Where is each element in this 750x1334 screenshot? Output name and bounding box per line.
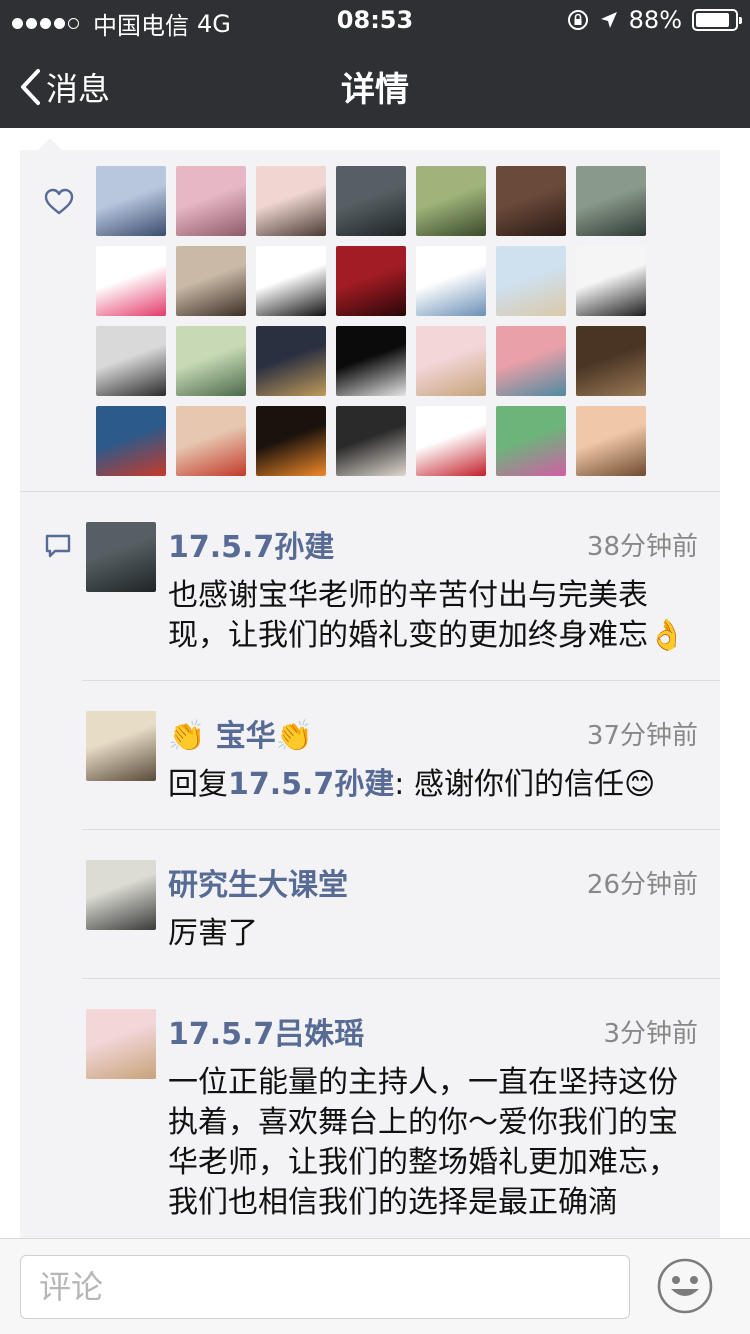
liker-avatar[interactable] xyxy=(496,166,566,236)
liker-avatar[interactable] xyxy=(496,326,566,396)
liker-avatar[interactable] xyxy=(176,406,246,476)
comment-item[interactable]: 17.5.7吕姝瑶 3分钟前 一位正能量的主持人，一直在坚持这份执着，喜欢舞台上… xyxy=(82,979,720,1238)
liker-avatar[interactable] xyxy=(176,246,246,316)
comments-section: 17.5.7孙建 38分钟前 也感谢宝华老师的辛苦付出与完美表现，让我们的婚礼变… xyxy=(20,492,720,1238)
liker-avatar[interactable] xyxy=(416,406,486,476)
battery-percent: 88% xyxy=(628,6,682,34)
liker-avatar[interactable] xyxy=(96,246,166,316)
liker-avatar[interactable] xyxy=(176,166,246,236)
comment-item[interactable]: 研究生大课堂 26分钟前 厉害了 xyxy=(82,830,720,979)
liker-avatar[interactable] xyxy=(256,326,326,396)
liker-avatar[interactable] xyxy=(256,166,326,236)
panel-pointer xyxy=(38,138,62,150)
smiley-icon[interactable] xyxy=(656,1257,714,1315)
liker-avatar[interactable] xyxy=(576,406,646,476)
liker-avatar[interactable] xyxy=(96,326,166,396)
reply-separator: : xyxy=(394,767,414,802)
commenter-name[interactable]: 17.5.7吕姝瑶 xyxy=(168,1009,364,1053)
liker-avatar[interactable] xyxy=(256,246,326,316)
liker-avatar[interactable] xyxy=(256,406,326,476)
detail-panel: 17.5.7孙建 38分钟前 也感谢宝华老师的辛苦付出与完美表现，让我们的婚礼变… xyxy=(20,150,720,1238)
orientation-lock-icon xyxy=(567,10,588,30)
commenter-name[interactable]: 👏 宝华👏 xyxy=(168,711,313,755)
battery-icon xyxy=(692,9,742,31)
status-bar: 中国电信 4G 08:53 88% xyxy=(0,0,750,40)
liker-avatar[interactable] xyxy=(576,326,646,396)
reply-text: 感谢你们的信任😊 xyxy=(413,767,656,802)
comment-text: 回复17.5.7孙建: 感谢你们的信任😊 xyxy=(168,765,698,805)
liker-avatar[interactable] xyxy=(96,166,166,236)
liker-avatar[interactable] xyxy=(576,166,646,236)
comment-time: 38分钟前 xyxy=(586,531,698,562)
reply-to-name[interactable]: 17.5.7孙建 xyxy=(228,767,394,802)
page-title: 详情 xyxy=(341,70,409,110)
liker-avatar[interactable] xyxy=(416,166,486,236)
location-arrow-icon xyxy=(600,12,617,28)
comment-time: 37分钟前 xyxy=(586,720,698,751)
liker-avatar[interactable] xyxy=(496,246,566,316)
liker-avatar[interactable] xyxy=(416,326,486,396)
top-bar: 中国电信 4G 08:53 88% 消息 详情 xyxy=(0,0,750,128)
navigation-bar: 消息 详情 xyxy=(0,40,750,128)
status-right: 88% xyxy=(567,6,742,34)
likes-section xyxy=(20,150,720,492)
comment-time: 26分钟前 xyxy=(586,869,698,900)
reply-prefix: 回复 xyxy=(168,767,228,802)
liker-avatar[interactable] xyxy=(576,246,646,316)
commenter-name[interactable]: 17.5.7孙建 xyxy=(168,522,334,566)
avatar[interactable] xyxy=(86,860,156,930)
avatar[interactable] xyxy=(86,522,156,592)
liker-avatar[interactable] xyxy=(336,246,406,316)
liker-avatar[interactable] xyxy=(336,166,406,236)
comment-item[interactable]: 👏 宝华👏 37分钟前 回复17.5.7孙建: 感谢你们的信任😊 xyxy=(82,681,720,830)
liker-avatar[interactable] xyxy=(336,406,406,476)
comment-input-bar xyxy=(0,1238,750,1334)
liker-avatar-grid xyxy=(96,166,646,476)
liker-avatar[interactable] xyxy=(176,326,246,396)
comment-input[interactable] xyxy=(20,1255,630,1319)
liker-avatar[interactable] xyxy=(416,246,486,316)
liker-avatar[interactable] xyxy=(496,406,566,476)
comment-text: 厉害了 xyxy=(168,916,258,951)
comment-bubble-icon xyxy=(45,534,71,558)
comment-text: 也感谢宝华老师的辛苦付出与完美表现，让我们的婚礼变的更加终身难忘👌 xyxy=(168,578,686,653)
liker-avatar[interactable] xyxy=(336,326,406,396)
comment-text: 一位正能量的主持人，一直在坚持这份执着，喜欢舞台上的你～爱你我们的宝华老师，让我… xyxy=(168,1065,678,1220)
liker-avatar[interactable] xyxy=(96,406,166,476)
commenter-name[interactable]: 研究生大课堂 xyxy=(168,860,348,904)
avatar[interactable] xyxy=(86,1009,156,1079)
comment-item[interactable]: 17.5.7孙建 38分钟前 也感谢宝华老师的辛苦付出与完美表现，让我们的婚礼变… xyxy=(82,492,720,681)
avatar[interactable] xyxy=(86,711,156,781)
comment-time: 3分钟前 xyxy=(603,1018,698,1049)
heart-icon xyxy=(44,188,74,215)
